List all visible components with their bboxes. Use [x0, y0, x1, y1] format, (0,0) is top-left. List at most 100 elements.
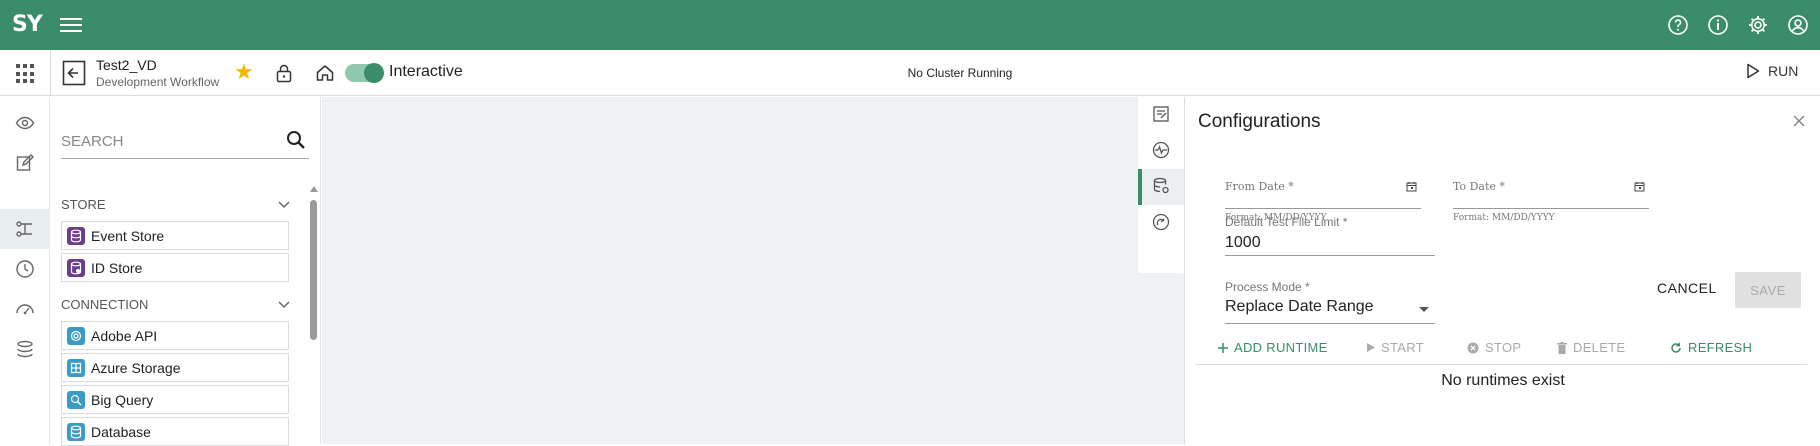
close-icon[interactable] — [1792, 114, 1806, 128]
play-icon — [1747, 63, 1760, 79]
account-icon[interactable] — [1786, 13, 1810, 37]
configurations-panel: Configurations From Date * Format: MM/DD… — [1184, 97, 1820, 444]
calendar-icon[interactable] — [1406, 181, 1417, 192]
test-file-limit-label: Default Test File Limit * — [1225, 215, 1348, 229]
adobe-icon — [67, 326, 85, 345]
section-title: CONNECTION — [61, 297, 149, 312]
palette-item-id-store[interactable]: ID Store — [61, 253, 289, 282]
run-button[interactable]: RUN — [1746, 63, 1798, 79]
delete-button[interactable]: DELETE — [1557, 340, 1625, 355]
palette-item-database[interactable]: Database — [61, 417, 289, 446]
runtime-actions-bar: ADD RUNTIME START STOP DELETE REFRESH — [1195, 335, 1807, 365]
gauge-icon — [1152, 213, 1170, 231]
hamburger-menu-icon[interactable] — [60, 14, 82, 34]
test-file-limit-input[interactable]: 1000 — [1225, 234, 1435, 256]
help-icon[interactable] — [1666, 13, 1690, 37]
properties-icon — [1153, 106, 1169, 122]
refresh-button[interactable]: REFRESH — [1670, 340, 1752, 355]
layers-icon[interactable] — [15, 339, 35, 359]
play-icon — [1367, 343, 1375, 352]
tab-schedule[interactable] — [1138, 205, 1184, 241]
save-button[interactable]: SAVE — [1735, 272, 1801, 308]
run-label: RUN — [1768, 63, 1799, 79]
empty-runtimes-message: No runtimes exist — [1441, 372, 1565, 389]
interactive-toggle[interactable] — [345, 63, 384, 83]
workflow-canvas[interactable] — [322, 97, 1184, 444]
refresh-icon — [1671, 342, 1681, 353]
back-icon[interactable] — [62, 60, 86, 86]
stop-label: STOP — [1485, 340, 1522, 355]
home-icon[interactable] — [315, 63, 335, 83]
panel-title: Configurations — [1198, 111, 1321, 132]
process-mode-label: Process Mode * — [1225, 280, 1310, 294]
item-label: Big Query — [91, 391, 154, 408]
eye-icon[interactable] — [15, 113, 35, 133]
workflow-subtitle: Development Workflow — [96, 75, 220, 89]
palette-item-big-query[interactable]: Big Query — [61, 385, 289, 414]
tab-monitor[interactable] — [1138, 133, 1184, 169]
dropdown-arrow-icon — [1419, 307, 1429, 312]
add-runtime-label: ADD RUNTIME — [1234, 340, 1328, 355]
activity-icon — [1152, 141, 1170, 159]
app-logo[interactable]: SY — [12, 12, 43, 37]
lock-icon[interactable] — [275, 63, 293, 83]
top-app-bar: SY — [0, 0, 1820, 50]
start-label: START — [1381, 340, 1424, 355]
to-date-hint: Format: MM/DD/YYYY — [1453, 213, 1555, 223]
chevron-down-icon[interactable] — [277, 297, 291, 311]
from-date-label: From Date * — [1225, 180, 1294, 193]
palette-search — [61, 127, 309, 159]
bigquery-icon — [67, 390, 85, 409]
tab-properties[interactable] — [1138, 97, 1184, 133]
refresh-label: REFRESH — [1688, 340, 1753, 355]
database-icon — [67, 226, 85, 245]
settings-icon[interactable] — [1746, 13, 1770, 37]
interactive-label: Interactive — [389, 63, 463, 80]
plus-icon — [1218, 342, 1228, 353]
item-label: Adobe API — [91, 327, 158, 344]
edit-icon[interactable] — [15, 153, 35, 173]
component-palette: STORE Event Store ID Store CONNECTION Ad… — [51, 97, 321, 446]
section-connection[interactable]: CONNECTION — [61, 297, 291, 312]
workflow-title: Test2_VD — [96, 57, 157, 73]
azure-icon — [67, 358, 85, 377]
dashboard-icon[interactable] — [15, 299, 35, 319]
start-button[interactable]: START — [1367, 340, 1424, 355]
pipeline-icon[interactable] — [15, 219, 35, 239]
scroll-up-arrow[interactable] — [310, 186, 318, 192]
cluster-status: No Cluster Running — [907, 66, 1013, 80]
app-launcher-icon[interactable] — [16, 64, 36, 84]
stop-icon — [1467, 342, 1479, 353]
item-label: Azure Storage — [91, 359, 181, 376]
to-date-label: To Date * — [1453, 180, 1505, 193]
section-title: STORE — [61, 197, 106, 212]
palette-item-event-store[interactable]: Event Store — [61, 221, 289, 250]
delete-label: DELETE — [1573, 340, 1626, 355]
clock-icon[interactable] — [15, 259, 35, 279]
item-label: Database — [91, 423, 151, 440]
database-icon — [67, 422, 85, 441]
tab-notch — [1138, 242, 1184, 274]
item-label: Event Store — [91, 227, 165, 244]
palette-scrollbar[interactable] — [310, 200, 317, 340]
search-input[interactable] — [61, 127, 271, 155]
calendar-icon[interactable] — [1634, 181, 1645, 192]
process-mode-select[interactable]: Replace Date Range — [1225, 298, 1435, 324]
info-icon[interactable] — [1706, 13, 1730, 37]
cancel-button[interactable]: CANCEL — [1657, 280, 1717, 296]
search-icon[interactable] — [285, 129, 307, 151]
section-store[interactable]: STORE — [61, 197, 291, 212]
stop-button[interactable]: STOP — [1467, 340, 1521, 355]
palette-item-adobe-api[interactable]: Adobe API — [61, 321, 289, 350]
id-store-icon — [67, 258, 85, 277]
divider — [50, 50, 51, 96]
chevron-down-icon[interactable] — [277, 197, 291, 211]
item-label: ID Store — [91, 259, 143, 276]
tab-runtime-config[interactable] — [1138, 169, 1184, 205]
workflow-toolbar: Test2_VD Development Workflow ★ Interact… — [0, 50, 1820, 96]
favorite-star-icon[interactable]: ★ — [234, 61, 254, 83]
palette-item-azure-storage[interactable]: Azure Storage — [61, 353, 289, 382]
add-runtime-button[interactable]: ADD RUNTIME — [1218, 340, 1328, 355]
to-date-field[interactable]: To Date * Format: MM/DD/YYYY — [1453, 180, 1649, 223]
left-nav-rail — [0, 97, 50, 444]
